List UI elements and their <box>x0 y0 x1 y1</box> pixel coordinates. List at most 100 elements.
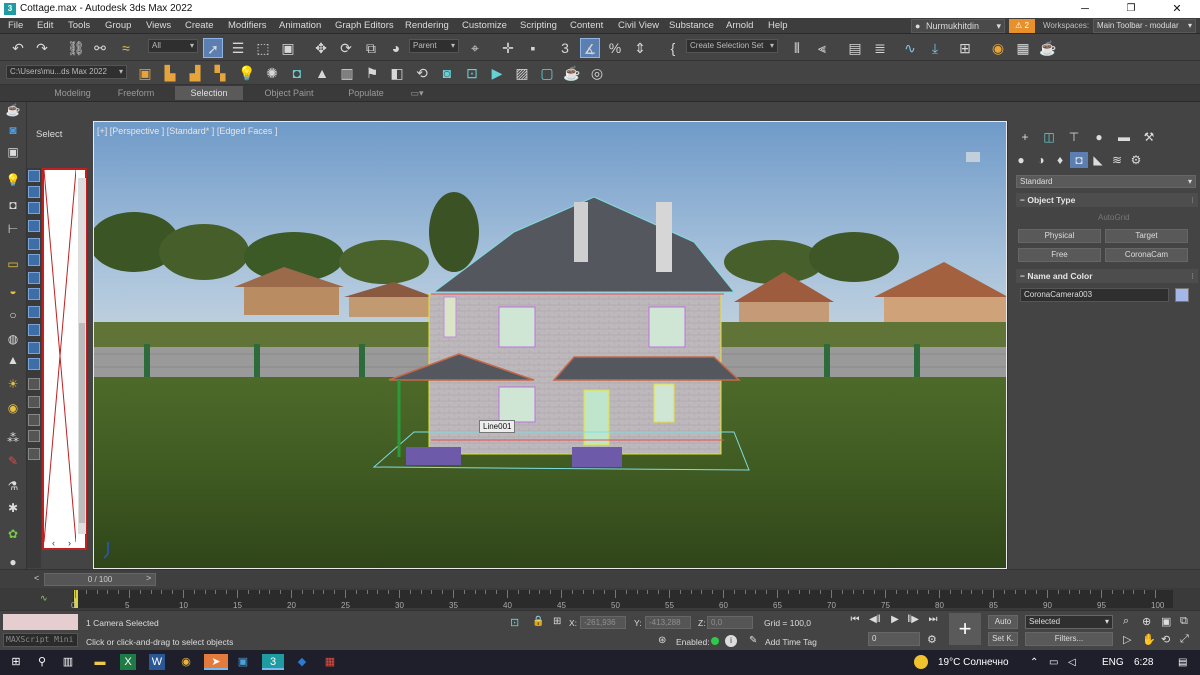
menu-scripting[interactable]: Scripting <box>520 20 557 31</box>
scroll-left-icon[interactable]: ‹ <box>52 538 55 548</box>
auto-key-button[interactable]: Auto <box>988 615 1018 629</box>
user-account-dropdown[interactable]: ● Nurmukhitdin ▾ <box>911 19 1005 33</box>
cone-icon[interactable]: ▲ <box>4 352 22 368</box>
zoom-all-icon[interactable]: ⊕ <box>1142 615 1151 628</box>
menu-rendering[interactable]: Rendering <box>405 20 449 31</box>
helper-icon[interactable]: ⊢ <box>4 221 22 237</box>
disc-icon[interactable]: ◍ <box>4 331 22 347</box>
converter-icon[interactable]: ▥ <box>337 63 357 83</box>
security-icon[interactable]: ◆ <box>294 654 310 670</box>
particle-icon[interactable]: ✎ <box>4 453 22 469</box>
unlink-icon[interactable]: ⚯ <box>90 38 110 58</box>
scene-explorer-list[interactable]: ‹ › <box>42 168 87 550</box>
orbit-icon[interactable]: ⟲ <box>1161 633 1170 646</box>
tab-modeling[interactable]: Modeling <box>40 86 105 100</box>
file-explorer-icon[interactable]: ▬ <box>92 654 108 670</box>
plant-icon[interactable]: ✿ <box>4 526 22 542</box>
camera-icon[interactable]: ◘ <box>4 197 22 213</box>
filter-containers-icon[interactable] <box>28 324 40 336</box>
category-dropdown[interactable]: Standard <box>1016 175 1196 188</box>
layer-explorer-icon[interactable]: ≣ <box>870 38 890 58</box>
scale-icon[interactable]: ⧉ <box>361 38 381 58</box>
project-folder-icon[interactable]: ▟ <box>185 63 205 83</box>
project-path-dropdown[interactable]: C:\Users\mu...ds Max 2022 <box>6 65 127 79</box>
tab-populate[interactable]: Populate <box>334 86 398 100</box>
box-icon[interactable]: ▭ <box>4 256 22 272</box>
name-and-color-rollout[interactable]: − Name and Color ⁝ <box>1016 269 1198 283</box>
filter-groups-icon[interactable] <box>28 272 40 284</box>
keyboard-shortcut-icon[interactable]: ▪ <box>523 38 543 58</box>
open-project-icon[interactable]: ▚ <box>210 63 230 83</box>
mirror-icon[interactable]: ⫴ <box>787 38 807 58</box>
image-icon[interactable]: ▣ <box>4 144 22 160</box>
filter-helpers-icon[interactable] <box>28 238 40 250</box>
maximize-viewport-icon[interactable]: ⤢ <box>1180 633 1189 646</box>
frame-buffer-icon[interactable]: ◙ <box>437 63 457 83</box>
bones-icon[interactable]: ⚗ <box>4 478 22 494</box>
globe-icon[interactable]: ✱ <box>4 500 22 516</box>
percent-snap-icon[interactable]: % <box>605 38 625 58</box>
rotate-icon[interactable]: ⟳ <box>336 38 356 58</box>
sphere-icon[interactable]: ○ <box>4 307 22 323</box>
go-to-end-icon[interactable]: ⏭ <box>926 613 940 627</box>
sun-icon[interactable]: ☀ <box>4 376 22 392</box>
media-icon[interactable]: ▣ <box>235 654 251 670</box>
filter-cameras-icon[interactable] <box>28 220 40 232</box>
systems-icon[interactable]: ⚙ <box>1127 152 1145 168</box>
align-icon[interactable]: ⫷ <box>812 38 832 58</box>
current-frame-field[interactable]: 0 <box>868 632 920 646</box>
menu-group[interactable]: Group <box>105 20 131 31</box>
filter-geometry-icon[interactable] <box>28 170 40 182</box>
modify-tab-icon[interactable]: ◫ <box>1040 129 1058 145</box>
select-object-icon[interactable]: ➚ <box>203 38 223 58</box>
helpers-icon[interactable]: ◣ <box>1089 152 1107 168</box>
menu-civil-view[interactable]: Civil View <box>618 20 659 31</box>
named-selection-dropdown[interactable]: Create Selection Set <box>686 39 778 53</box>
window-crossing-icon[interactable]: ▣ <box>278 38 298 58</box>
task-view-icon[interactable]: ▥ <box>60 654 76 670</box>
filter-none-icon[interactable] <box>28 396 40 408</box>
menu-create[interactable]: Create <box>185 20 214 31</box>
object-name-field[interactable]: CoronaCamera003 <box>1020 288 1169 302</box>
windows-start-icon[interactable]: ⊞ <box>8 654 24 670</box>
bind-space-warp-icon[interactable]: ≈ <box>116 38 136 58</box>
track-ruler[interactable]: 0 5 10 15 20 25 30 35 40 45 50 55 60 65 70 75 80 85 90 95 10… <box>71 590 1173 610</box>
menu-views[interactable]: Views <box>146 20 171 31</box>
time-tag-icon[interactable]: ✎ <box>749 635 757 646</box>
app-icon[interactable]: ▦ <box>322 654 338 670</box>
workspace-dropdown[interactable]: Main Toolbar - modular ▾ <box>1093 19 1196 33</box>
enabled-indicator[interactable] <box>711 637 719 645</box>
go-to-start-icon[interactable]: ⏮ <box>848 613 862 627</box>
viewcube[interactable] <box>966 152 980 162</box>
selection-filter-dropdown[interactable]: All <box>148 39 198 53</box>
proxy-icon[interactable]: ⚑ <box>362 63 382 83</box>
sound-icon[interactable]: ◁ <box>1068 657 1076 668</box>
utilities-tab-icon[interactable]: ⚒ <box>1140 129 1158 145</box>
3ds-max-icon[interactable]: 3 <box>262 654 284 670</box>
pattern-icon[interactable]: ⁂ <box>4 430 22 446</box>
menu-help[interactable]: Help <box>768 20 788 31</box>
coronacam-button[interactable]: CoronaCam <box>1105 248 1188 262</box>
scroll-right-icon[interactable]: › <box>68 538 71 548</box>
angle-snap-icon[interactable]: ∡ <box>580 38 600 58</box>
filter-spacewarps-icon[interactable] <box>28 254 40 266</box>
sun-icon[interactable]: ✺ <box>262 63 282 83</box>
undo-icon[interactable]: ↶ <box>8 38 28 58</box>
filter-lights-icon[interactable] <box>28 202 40 214</box>
z-coordinate-field[interactable]: 0,0 <box>707 616 753 629</box>
target-camera-button[interactable]: Target <box>1105 229 1188 243</box>
chrome-icon[interactable]: ◉ <box>178 654 194 670</box>
scrollbar-thumb[interactable] <box>79 323 85 523</box>
dope-sheet-icon[interactable]: ⤓ <box>925 38 945 58</box>
cameras-icon[interactable]: ◘ <box>1070 152 1088 168</box>
y-coordinate-field[interactable]: -413,288 <box>645 616 691 629</box>
redo-icon[interactable]: ↷ <box>32 38 52 58</box>
rectangular-selection-icon[interactable]: ⬚ <box>253 38 273 58</box>
excel-icon[interactable]: X <box>120 654 136 670</box>
space-warps-icon[interactable]: ≋ <box>1108 152 1126 168</box>
weather-text[interactable]: 19°C Солнечно <box>938 657 1009 668</box>
tab-object-paint[interactable]: Object Paint <box>253 86 325 100</box>
adaptive-degradation-icon[interactable]: ⊛ <box>658 635 666 646</box>
menu-modifiers[interactable]: Modifiers <box>228 20 267 31</box>
x-coordinate-field[interactable]: -261,936 <box>580 616 626 629</box>
